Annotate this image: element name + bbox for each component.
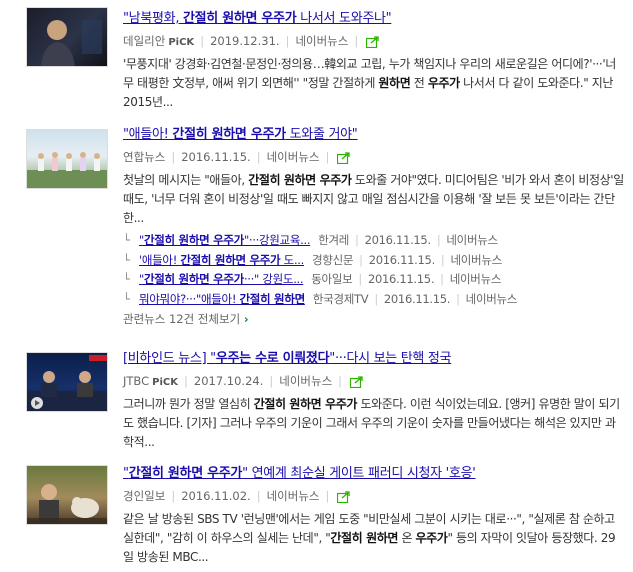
- naver-news-link[interactable]: 네이버뉴스: [267, 150, 320, 164]
- chevron-right-icon: ›: [243, 312, 249, 326]
- news-meta: 데일리안 PiCK | 2019.12.31. | 네이버뉴스 |: [123, 32, 625, 50]
- related-news-link[interactable]: '애들아! 간절히 원하면 우주가 도...: [139, 253, 304, 267]
- news-date: 2016.11.15.: [181, 150, 251, 164]
- news-source: 연합뉴스: [123, 150, 166, 164]
- news-description: '무풍지대' 강경화·김연철·문정인·정의용…韓외교 고립, 누가 책임지나 우…: [123, 57, 616, 109]
- naver-news-link[interactable]: 네이버뉴스: [466, 292, 518, 306]
- news-meta: 연합뉴스 | 2016.11.15. | 네이버뉴스 |: [123, 148, 625, 166]
- news-description: 같은 날 방송된 SBS TV '런닝맨'에서는 게임 도중 "비만실세 그분이…: [123, 512, 616, 564]
- related-news-list: └ "간절히 원하면 우주가"···강원교육... 한겨레 | 2016.11.15. |…: [123, 231, 625, 329]
- naver-news-link[interactable]: 네이버뉴스: [450, 272, 502, 286]
- reply-arrow-icon: └: [123, 291, 130, 306]
- share-icon[interactable]: [337, 490, 351, 503]
- thumbnail-image-icon: [27, 152, 107, 188]
- news-description: 그러니까 뭔가 정말 열심히 간절히 원하면 우주가 도와준다. 이런 식이었는…: [123, 397, 620, 449]
- naver-news-link[interactable]: 네이버뉴스: [451, 253, 503, 267]
- thumbnail-image-icon: [27, 355, 107, 411]
- news-thumbnail[interactable]: [26, 7, 108, 67]
- related-news-item: └ 뭐야뭐야?···"애들아! 간절히 원하면 한국경제TV | 2016.11.15.…: [123, 290, 625, 310]
- naver-news-link[interactable]: 네이버뉴스: [267, 489, 320, 503]
- news-title-link[interactable]: "애들아! 간절히 원하면 우주가 도와줄 거야": [123, 126, 625, 144]
- news-description: 첫날의 메시지는 "애들아, 간절히 원하면 우주가 도와줄 거야"였다. 미디…: [123, 173, 624, 225]
- thumbnail-image-icon: [27, 484, 107, 524]
- reply-arrow-icon: └: [123, 252, 130, 267]
- thumbnail-image-icon: [41, 20, 102, 66]
- reply-arrow-icon: └: [123, 272, 130, 286]
- news-source: 데일리안: [123, 34, 166, 48]
- share-icon[interactable]: [337, 151, 351, 164]
- share-icon[interactable]: [366, 35, 380, 48]
- share-icon[interactable]: [350, 375, 364, 388]
- news-meta: 경인일보 | 2016.11.02. | 네이버뉴스 |: [123, 487, 625, 505]
- related-news-link[interactable]: "간절히 원하면 우주가···" 강원도...: [139, 272, 304, 286]
- related-news-more-link[interactable]: 관련뉴스 12건 전체보기 ›: [123, 309, 625, 329]
- news-date: 2017.10.24.: [193, 374, 264, 388]
- news-thumbnail[interactable]: [26, 129, 108, 189]
- news-thumbnail[interactable]: [26, 352, 108, 412]
- reply-arrow-icon: └: [123, 233, 130, 247]
- news-title-link[interactable]: "간절히 원하면 우주가" 연예계 최순실 게이트 패러디 시청자 '호응': [123, 465, 625, 483]
- news-title-link[interactable]: [비하인드 뉴스] "우주는 수로 이뤄졌다"···다시 보는 탄핵 정국: [123, 350, 625, 368]
- pick-badge: PiCK: [168, 37, 195, 48]
- news-title-link[interactable]: "남북평화, 간절히 원하면 우주가 나서서 도와주나": [123, 10, 625, 28]
- naver-news-link[interactable]: 네이버뉴스: [446, 233, 498, 247]
- news-date: 2016.11.02.: [181, 489, 251, 503]
- news-meta: JTBC PiCK | 2017.10.24. | 네이버뉴스 |: [123, 372, 625, 390]
- news-thumbnail[interactable]: [26, 465, 108, 525]
- related-news-link[interactable]: 뭐야뭐야?···"애들아! 간절히 원하면: [139, 292, 305, 306]
- related-news-item: └ '애들아! 간절히 원하면 우주가 도... 경향신문 | 2016.11.15. |…: [123, 251, 625, 271]
- news-source: JTBC: [123, 374, 150, 388]
- news-date: 2019.12.31.: [210, 34, 280, 48]
- naver-news-link[interactable]: 네이버뉴스: [279, 374, 332, 388]
- naver-news-link[interactable]: 네이버뉴스: [295, 34, 348, 48]
- related-news-item: └ "간절히 원하면 우주가···" 강원도... 동아일보 | 2016.11.15.…: [123, 270, 625, 290]
- pick-badge: PiCK: [152, 377, 178, 388]
- news-source: 경인일보: [123, 489, 166, 503]
- related-news-item: └ "간절히 원하면 우주가"···강원교육... 한겨레 | 2016.11.15. |…: [123, 231, 625, 251]
- related-news-link[interactable]: "간절히 원하면 우주가"···강원교육...: [139, 233, 310, 247]
